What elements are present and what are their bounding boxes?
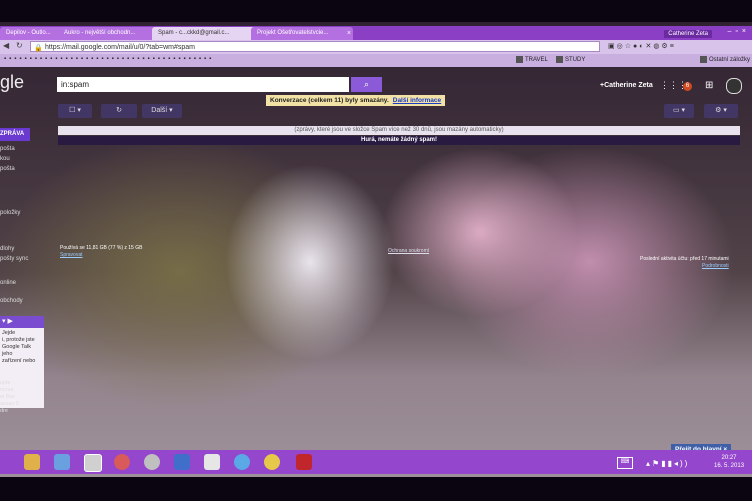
clock-time: 20:27 [721, 455, 737, 461]
chat-line: zařízení nebo [2, 358, 36, 364]
account-activity: Poslední aktivita účtu: před 17 minutami… [640, 256, 729, 270]
tab-aukro[interactable]: Aukro - největší obchodn...× [58, 27, 160, 40]
sidebar-item[interactable]: pošta [0, 146, 15, 152]
storage-text: Používá se 11,81 GB (77 %) z 15 GB [60, 245, 143, 251]
gear-icon: ⚙ [715, 107, 722, 114]
bookmarks-bar: ▪▪▪▪▪▪▪▪▪▪▪▪▪▪▪▪▪▪▪▪▪▪▪▪▪▪▪▪▪▪▪▪▪▪▪▪▪▪▪▪… [0, 54, 752, 67]
app-icon[interactable] [54, 454, 70, 470]
tab-label: Spam - c...ckkd@gmail.c... [158, 30, 230, 36]
share-plus-icon[interactable]: ⊞ [705, 80, 713, 91]
deleted-notification: Konverzace (celkem 11) byly smazány. Dalš… [266, 95, 446, 106]
address-bar: ◀ ↻ 🔒 https://mail.google.com/mail/u/0/?t… [0, 40, 752, 54]
search-input[interactable]: in:spam [57, 77, 349, 92]
bookmark-folder-other[interactable]: Ostatní záložky [700, 56, 750, 63]
sidebar-item[interactable]: obchody [0, 298, 23, 304]
settings-button[interactable]: ⚙ ▾ [704, 104, 738, 118]
browser-tabstrip: Depilov - Outlo...× Aukro - největší obc… [0, 26, 752, 40]
search-button[interactable]: ⌕ [351, 77, 382, 92]
sidebar-item[interactable]: pošta [0, 166, 15, 172]
refresh-icon: ↻ [116, 107, 122, 114]
user-profile-link[interactable]: +Catherine Zeta [600, 82, 653, 89]
profile-chip[interactable]: Catherine Zeta [664, 30, 712, 38]
toast-text: Konverzace (celkem 11) byly smazány. [270, 97, 389, 104]
sidebar-item[interactable]: kou [0, 156, 10, 162]
taskbar-clock[interactable]: 20:27 16. 5. 2013 [714, 454, 744, 470]
back-icon[interactable]: ◀ [3, 41, 9, 50]
app-icon[interactable] [144, 454, 160, 470]
notifications-badge[interactable]: 6 [683, 82, 692, 91]
chat-icon: ▾ [2, 318, 6, 325]
window-controls[interactable]: –▫× [728, 28, 750, 35]
word-icon[interactable] [174, 454, 190, 470]
compose-button[interactable]: ZPRÁVA [0, 128, 30, 141]
chat-line: Google Talk [2, 344, 31, 350]
chat-message: Jejde i, protože jste Google Talk jeho z… [0, 328, 44, 367]
acrobat-icon[interactable] [296, 454, 312, 470]
url-field[interactable]: 🔒 https://mail.google.com/mail/u/0/?tab=w… [30, 41, 600, 52]
view-toggle-button[interactable]: ▭ ▾ [664, 104, 694, 118]
chat-contact[interactable]: assav 5 [0, 401, 19, 408]
chat-contact[interactable]: el Bur. [0, 394, 19, 401]
empty-spam-message: Hurá, nemáte žádný spam! [58, 136, 740, 145]
bookmark-folder-travel[interactable]: TRAVEL [516, 56, 548, 63]
manage-storage-link[interactable]: Spravovat [60, 252, 83, 258]
bookmark-icons[interactable]: ▪▪▪▪▪▪▪▪▪▪▪▪▪▪▪▪▪▪▪▪▪▪▪▪▪▪▪▪▪▪▪▪▪▪▪▪▪▪▪▪… [4, 56, 214, 62]
extension-icons[interactable]: ▣◎☆●◐✕◍⚙≡ [608, 42, 676, 50]
avatar[interactable] [726, 78, 742, 94]
ie-icon[interactable] [234, 454, 250, 470]
tab-label: Depilov - Outlo... [6, 30, 51, 36]
chrome-icon[interactable] [84, 454, 102, 472]
select-checkbox-button[interactable]: ☐ ▾ [58, 104, 92, 118]
more-label: Další [151, 107, 168, 114]
clock-date: 16. 5. 2013 [714, 463, 745, 469]
app-icon[interactable] [204, 454, 220, 470]
gmail-screen: Depilov - Outlo...× Aukro - největší obc… [0, 22, 752, 477]
more-button[interactable]: Další ▾ [142, 104, 182, 118]
tab-depilov[interactable]: Depilov - Outlo...× [0, 27, 66, 40]
folder-icon [700, 56, 707, 63]
refresh-button[interactable]: ↻ [101, 104, 137, 118]
chat-contact[interactable]: ncnur. [0, 387, 19, 394]
sidebar-item[interactable]: online [0, 280, 16, 286]
chat-contact[interactable]: ujíte [0, 380, 19, 387]
tab-projekt[interactable]: Projekt Ošetřovatelstvcie... × [251, 27, 353, 40]
system-tray-icons[interactable]: ▴⚑▮▮◂)) [646, 459, 689, 468]
sidebar-item[interactable]: dlohy [0, 246, 14, 252]
video-icon[interactable]: ▶ [7, 318, 12, 325]
details-link[interactable]: Podrobnosti [702, 263, 729, 269]
tab-spam[interactable]: Spam - c...ckkd@gmail.c...× [152, 27, 259, 40]
bookmark-folder-study[interactable]: STUDY [556, 56, 585, 63]
explorer-icon[interactable] [24, 454, 40, 470]
chat-line: jeho [2, 351, 13, 357]
more-info-link[interactable]: Další informace [393, 97, 441, 104]
keyboard-icon[interactable]: ⌨ [617, 457, 633, 469]
google-logo[interactable]: gle [0, 72, 24, 93]
chat-line: i, protože jste [2, 337, 35, 343]
bookmark-label: TRAVEL [525, 57, 548, 64]
tab-label: Aukro - největší obchodn... [64, 30, 136, 36]
search-icon: ⌕ [363, 79, 370, 89]
folder-icon [516, 56, 523, 63]
app-icon[interactable] [264, 454, 280, 470]
privacy-link[interactable]: Ochrana soukromí [388, 248, 429, 254]
tab-label: Projekt Ošetřovatelstvcie... [257, 30, 329, 36]
app-icon[interactable] [114, 454, 130, 470]
chat-contact[interactable]: dre [0, 408, 19, 415]
activity-text: Poslední aktivita účtu: před 17 minutami [640, 256, 729, 262]
chat-contacts: ujíte ncnur. el Bur. assav 5 dre [0, 380, 19, 415]
storage-usage: Používá se 11,81 GB (77 %) z 15 GB Spravo… [60, 245, 142, 259]
sidebar-item[interactable]: položky [0, 210, 20, 216]
url-text: https://mail.google.com/mail/u/0/?tab=wm… [45, 44, 195, 51]
reload-icon[interactable]: ↻ [16, 41, 23, 50]
bookmark-label: STUDY [565, 57, 586, 64]
spam-auto-delete-notice: (zprávy, které jsou ve složce Spam více … [58, 126, 740, 135]
lock-icon: 🔒 [34, 45, 43, 52]
chat-header[interactable]: ▾ ▶ [0, 316, 44, 328]
chat-line: Jejde [2, 330, 16, 336]
close-icon[interactable]: × [347, 27, 351, 40]
folder-icon [556, 56, 563, 63]
sidebar-item[interactable]: pošty sync [0, 256, 28, 262]
bookmark-label: Ostatní záložky [709, 57, 751, 64]
windows-taskbar [0, 450, 752, 474]
